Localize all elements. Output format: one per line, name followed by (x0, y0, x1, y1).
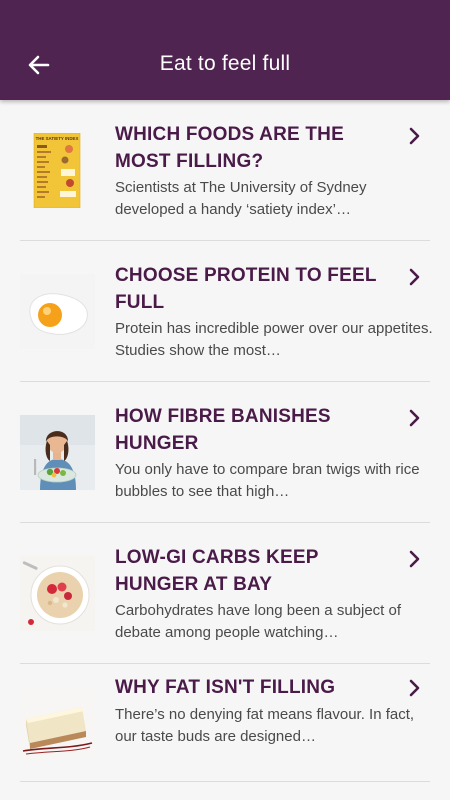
fried-egg-image (20, 274, 95, 349)
list-item-fibre[interactable]: HOW FIBRE BANISHES HUNGER You only have … (20, 382, 430, 523)
chevron-right-icon (409, 550, 420, 568)
list-item-protein[interactable]: CHOOSE PROTEIN TO FEEL FULL Protein has … (20, 241, 433, 382)
item-description: Protein has incredible power over our ap… (115, 320, 433, 359)
woman-with-salad-image (20, 415, 95, 490)
item-description: Scientists at The University of Sydney d… (115, 179, 367, 218)
item-description: Carbohydrates have long been a subject o… (115, 602, 402, 641)
chevron-right-icon (409, 409, 420, 427)
item-title: CHOOSE PROTEIN TO FEEL FULL (115, 265, 377, 313)
list-item-satiety[interactable]: THE SATIETY INDEX WHICH FOODS ARE THE MO (20, 100, 430, 241)
thumbnail-caption: THE SATIETY INDEX (36, 136, 79, 141)
app-bar: Eat to feel full (0, 0, 450, 100)
list-item-low-gi[interactable]: LOW-GI CARBS KEEP HUNGER AT BAY Carbohyd… (20, 523, 430, 664)
item-title: HOW FIBRE BANISHES HUNGER (115, 406, 331, 454)
article-list: THE SATIETY INDEX WHICH FOODS ARE THE MO (0, 100, 450, 782)
chevron-right-icon (409, 268, 420, 286)
item-description: You only have to compare bran twigs with… (115, 461, 420, 500)
porridge-bowl-image (20, 556, 95, 631)
page-title: Eat to feel full (159, 52, 291, 75)
satiety-index-chart-image: THE SATIETY INDEX (20, 133, 95, 208)
item-title: LOW-GI CARBS KEEP HUNGER AT BAY (115, 547, 319, 595)
chevron-right-icon (409, 127, 420, 145)
cheesecake-slice-image (20, 685, 95, 760)
list-item-fat[interactable]: WHY FAT ISN'T FILLING There’s no denying… (20, 664, 430, 782)
item-title: WHICH FOODS ARE THE MOST FILLING? (115, 124, 344, 172)
item-title: WHY FAT ISN'T FILLING (115, 677, 336, 698)
item-description: There’s no denying fat means flavour. In… (115, 706, 415, 745)
chevron-right-icon (409, 679, 420, 697)
